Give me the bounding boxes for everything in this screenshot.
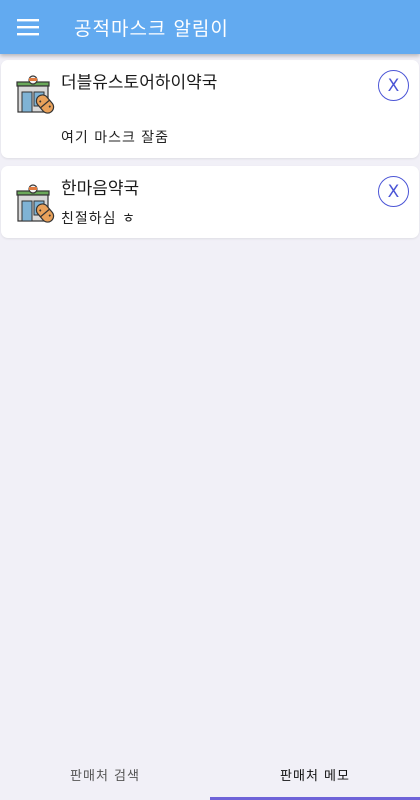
store-memo-text: 친절하심 ㅎ [61, 211, 136, 227]
tab-store-memo[interactable]: 판매처 메모 [210, 748, 420, 800]
tab-label: 판매처 메모 [280, 768, 350, 784]
store-memo-text: 여기 마스크 잘줌 [61, 130, 170, 146]
pharmacy-store-icon [15, 183, 57, 225]
store-memo-card[interactable]: 한마음약국 친절하심 ㅎ X [1, 166, 419, 238]
store-name: 더블유스토어하이약국 [61, 73, 218, 93]
delete-memo-button[interactable]: X [378, 176, 409, 207]
app-bar: 공적마스크 알림이 [0, 0, 420, 54]
delete-memo-button[interactable]: X [378, 70, 409, 101]
store-name: 한마음약국 [61, 179, 140, 199]
app-title: 공적마스크 알림이 [74, 17, 229, 40]
bottom-navigation: 판매처 검색 판매처 메모 [0, 748, 420, 800]
store-memo-card[interactable]: 더블유스토어하이약국 여기 마스크 잘줌 X [1, 60, 419, 158]
hamburger-menu-icon[interactable] [0, 0, 56, 54]
tab-label: 판매처 검색 [70, 768, 140, 784]
pharmacy-store-icon [15, 74, 57, 116]
memo-list: 더블유스토어하이약국 여기 마스크 잘줌 X 한마음약국 친절하심 ㅎ X [0, 60, 420, 246]
tab-store-search[interactable]: 판매처 검색 [0, 748, 210, 800]
